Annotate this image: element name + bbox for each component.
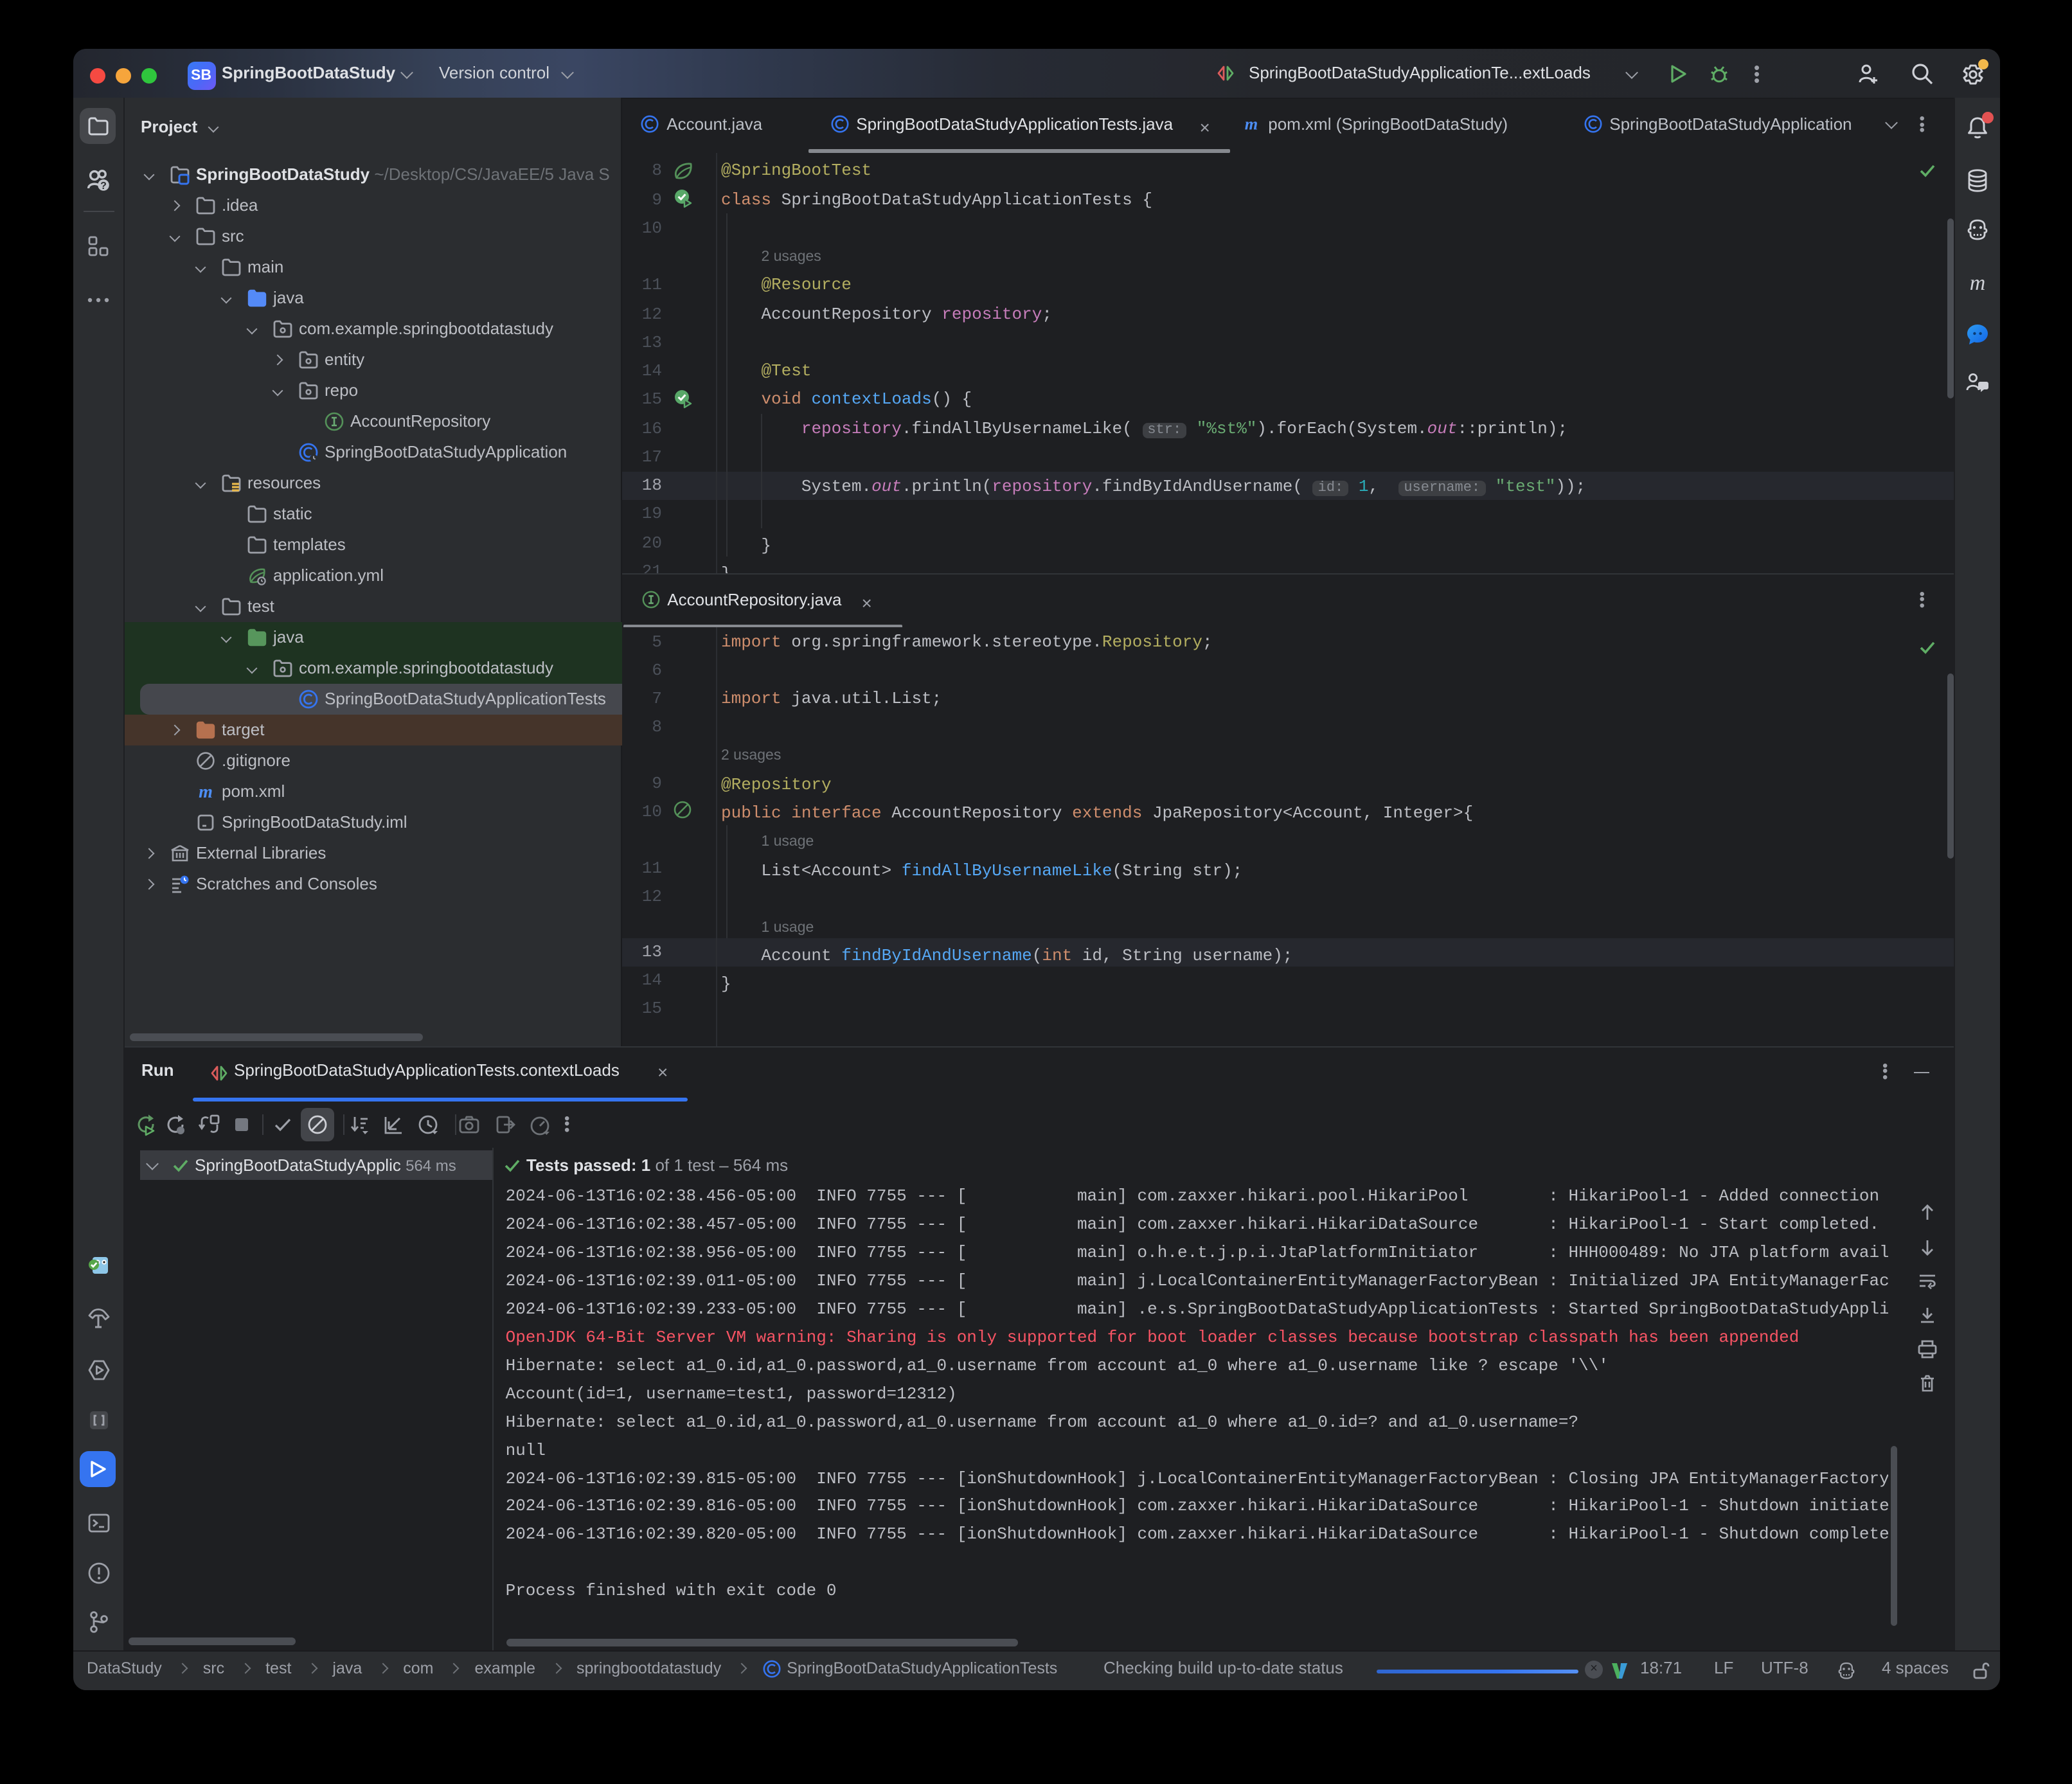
svg-text:?: ? — [100, 181, 106, 192]
svg-text:m: m — [1969, 271, 1985, 294]
svg-text:m: m — [1245, 114, 1258, 133]
svg-text:m: m — [199, 782, 213, 802]
